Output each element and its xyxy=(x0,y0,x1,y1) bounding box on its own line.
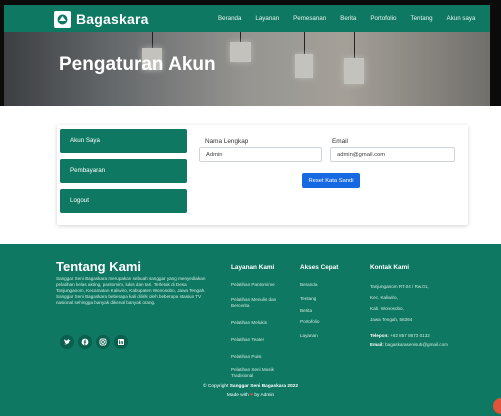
nav-link-beranda[interactable]: Beranda xyxy=(218,15,241,22)
footer-link-tentang[interactable]: Tentang xyxy=(300,296,316,302)
facebook-icon[interactable] xyxy=(78,335,92,349)
contact-phone: Telepon: +62 857 8673 0132 xyxy=(370,333,430,338)
contact-address-line: Kab. Wonosobo, xyxy=(370,306,404,311)
name-field[interactable] xyxy=(199,147,322,162)
contact-email: Email: bagaskarasenisub@gmail.com xyxy=(370,342,448,347)
phone-value: +62 857 8673 0132 xyxy=(390,333,430,338)
name-label: Nama Lengkap xyxy=(205,138,249,145)
footer-link-service[interactable]: Pelatihan Pantomime xyxy=(231,282,289,288)
brand-name: Bagaskara xyxy=(76,11,149,27)
made-prefix: Made with xyxy=(226,393,249,398)
about-title: Tentang Kami xyxy=(56,259,141,274)
footer-link-berita[interactable]: Berita xyxy=(300,308,312,314)
reset-password-button[interactable]: Reset Kata Sandi xyxy=(302,173,360,188)
sidebar-item-akun-saya[interactable]: Akun Saya xyxy=(60,129,187,153)
email-label: Email xyxy=(332,138,348,145)
instagram-icon[interactable] xyxy=(96,335,110,349)
footer-link-layanan[interactable]: Layanan xyxy=(300,333,318,339)
top-navbar: Bagaskara Beranda Layanan Pemesanan Beri… xyxy=(4,5,490,32)
nav-link-portofolio[interactable]: Portofolio xyxy=(370,15,396,22)
linkedin-icon[interactable] xyxy=(114,335,128,349)
footer-link-beranda[interactable]: Beranda xyxy=(300,282,317,288)
footer-link-service[interactable]: Pelatihan Puisi xyxy=(231,354,289,360)
footer-link-service[interactable]: Pelatihan Menulis dan Bercerita xyxy=(231,297,283,308)
copyright-prefix: © Copyright xyxy=(202,384,229,389)
contact-title: Kontak Kami xyxy=(370,264,410,271)
quick-access-title: Akses Cepat xyxy=(300,264,339,271)
nav-link-berita[interactable]: Berita xyxy=(340,15,356,22)
made-with-line: Made with ♥ by Admin xyxy=(0,393,501,398)
twitter-icon[interactable] xyxy=(60,335,74,349)
brand[interactable]: Bagaskara xyxy=(54,9,149,29)
nav-link-tentang[interactable]: Tentang xyxy=(411,15,433,22)
page-title: Pengaturan Akun xyxy=(59,54,216,75)
hero-banner: Pengaturan Akun xyxy=(4,32,490,106)
main-nav: Beranda Layanan Pemesanan Berita Portofo… xyxy=(218,5,475,32)
copyright-name: Sanggar Seni Bagaskara 2022 xyxy=(229,384,298,389)
nav-link-pemesanan[interactable]: Pemesanan xyxy=(293,15,326,22)
contact-address-line: Tanjunganom RT.04 / Rw.01, xyxy=(370,284,429,289)
footer-link-portofolio[interactable]: Portofolio xyxy=(300,319,319,325)
contact-address-line: Jawa Tengah, 56364 xyxy=(370,317,413,322)
footer-link-service[interactable]: Pelatihan Seni Musik Tradisional xyxy=(231,367,283,378)
footer-link-service[interactable]: Pelatihan Melukis xyxy=(231,320,289,326)
sidebar-item-logout[interactable]: Logout xyxy=(60,189,187,213)
email-label: Email: xyxy=(370,342,384,347)
copyright: © Copyright Sanggar Seni Bagaskara 2022 xyxy=(0,384,501,389)
social-links xyxy=(60,335,132,349)
logo-icon xyxy=(54,10,71,28)
nav-link-layanan[interactable]: Layanan xyxy=(255,15,279,22)
phone-label: Telepon: xyxy=(370,333,389,338)
nav-link-akun-saya[interactable]: Akun saya xyxy=(447,15,476,22)
about-text: Sanggar Seni Bagaskara merupakan sebuah … xyxy=(56,276,206,306)
made-suffix: by Admin xyxy=(254,393,275,398)
account-sidebar: Akun Saya Pembayaran Logout xyxy=(60,129,187,219)
services-title: Layanan Kami xyxy=(231,264,275,271)
contact-address-line: Kec. Kaliwiro, xyxy=(370,295,398,300)
email-field[interactable] xyxy=(330,147,455,162)
sidebar-item-pembayaran[interactable]: Pembayaran xyxy=(60,159,187,183)
window-frame-right xyxy=(490,0,501,106)
email-value: bagaskarasenisub@gmail.com xyxy=(385,342,448,347)
footer-link-service[interactable]: Pelatihan Teater xyxy=(231,337,289,343)
heart-icon: ♥ xyxy=(250,393,253,398)
